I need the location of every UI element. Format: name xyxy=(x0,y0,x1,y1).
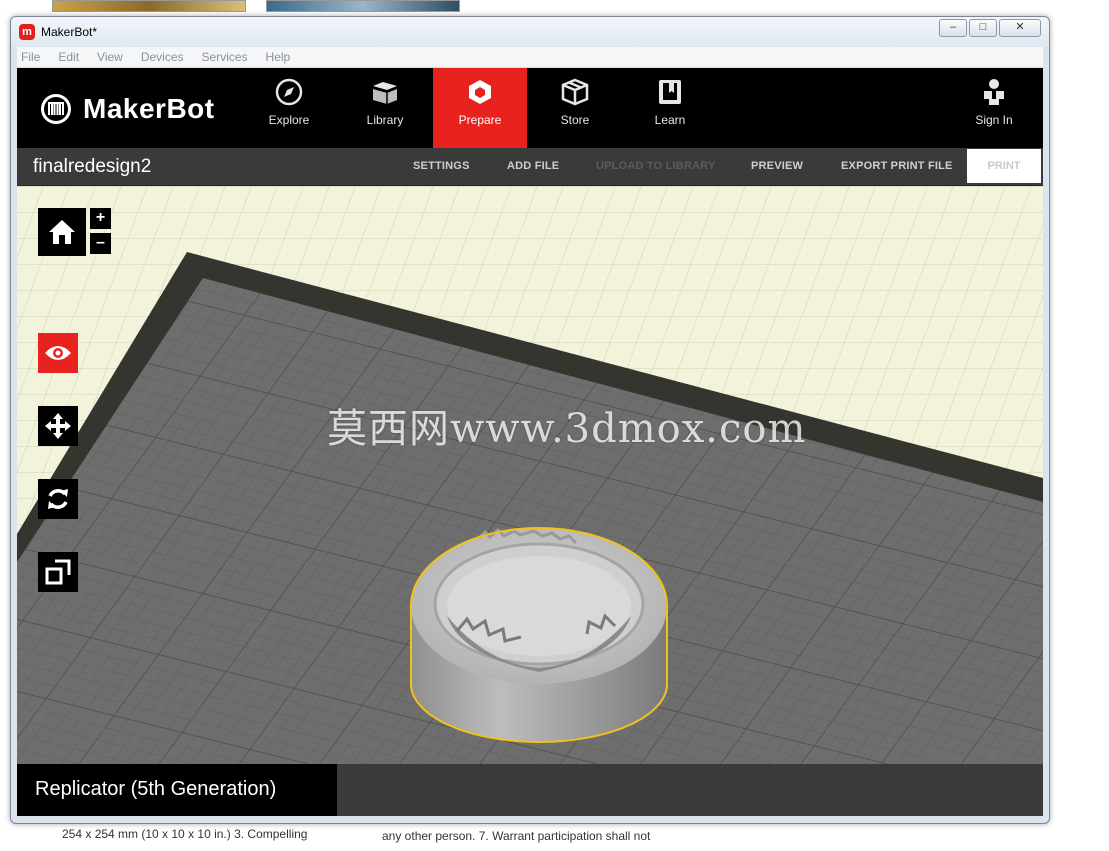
maximize-button[interactable]: □ xyxy=(969,19,997,37)
export-print-file-button[interactable]: EXPORT PRINT FILE xyxy=(841,160,953,172)
sign-in-label: Sign In xyxy=(975,113,1013,127)
scale-icon xyxy=(45,559,71,585)
rotate-icon xyxy=(48,489,68,509)
watermark-text: 莫西网www.3dmox.com xyxy=(327,406,807,452)
sign-in-button[interactable]: Sign In xyxy=(947,68,1041,148)
move-tool-button[interactable] xyxy=(38,406,78,446)
background-thumbnail xyxy=(52,0,246,12)
printer-selector[interactable]: Replicator (5th Generation) xyxy=(17,764,337,816)
zoom-in-button[interactable]: + xyxy=(90,208,111,229)
scale-tool-button[interactable] xyxy=(38,552,78,592)
background-page-text: 254 x 254 mm (10 x 10 x 10 in.) 3. Compe… xyxy=(62,827,308,841)
build-plate-viewport[interactable]: + – 莫西网www.3dmox.com xyxy=(17,186,1043,764)
makerbot-m-icon xyxy=(41,94,71,124)
tab-explore[interactable]: Explore xyxy=(242,68,336,148)
tab-prepare[interactable]: Prepare xyxy=(433,68,527,148)
tab-label: Library xyxy=(366,113,404,127)
move-arrows-icon xyxy=(45,413,71,439)
window-title: MakerBot* xyxy=(41,25,98,39)
logo-wordmark: MakerBot xyxy=(83,93,215,124)
tab-store[interactable]: Store xyxy=(528,68,622,148)
menu-view[interactable]: View xyxy=(87,50,131,64)
menu-services[interactable]: Services xyxy=(192,50,256,64)
menu-edit[interactable]: Edit xyxy=(48,50,87,64)
menu-devices[interactable]: Devices xyxy=(131,50,192,64)
zoom-out-button[interactable]: – xyxy=(90,233,111,254)
menu-bar: File Edit View Devices Services Help xyxy=(17,47,1043,68)
user-icon xyxy=(984,79,1004,105)
makerbot-window: m MakerBot* – □ ✕ File Edit View Devices… xyxy=(10,16,1050,824)
tab-library[interactable]: Library xyxy=(338,68,432,148)
minimize-button[interactable]: – xyxy=(939,19,967,37)
library-icon xyxy=(373,82,397,104)
tab-label: Store xyxy=(560,113,590,127)
upload-to-library-button[interactable]: UPLOAD TO LIBRARY xyxy=(596,160,716,172)
app-area: MakerBot Explore Library Prepare Store L… xyxy=(17,68,1043,816)
top-navigation: MakerBot Explore Library Prepare Store L… xyxy=(17,68,1043,148)
settings-button[interactable]: SETTINGS xyxy=(413,160,470,172)
close-button[interactable]: ✕ xyxy=(999,19,1041,37)
compass-icon xyxy=(275,78,303,106)
learn-book-icon xyxy=(659,80,681,104)
background-page-text: any other person. 7. Warrant participati… xyxy=(382,829,651,843)
project-toolbar: finalredesign2 SETTINGS ADD FILE UPLOAD … xyxy=(17,148,1043,186)
home-icon xyxy=(49,220,75,244)
tab-label: Explore xyxy=(268,113,310,127)
prepare-icon xyxy=(469,80,491,104)
tab-label: Prepare xyxy=(458,113,502,127)
store-box-icon xyxy=(561,78,589,106)
project-title: finalredesign2 xyxy=(33,156,152,177)
title-bar: m MakerBot* – □ ✕ xyxy=(11,17,1049,47)
print-button[interactable]: PRINT xyxy=(967,149,1041,183)
build-plate-scene xyxy=(17,186,1043,764)
home-view-button[interactable] xyxy=(38,208,86,256)
menu-file[interactable]: File xyxy=(17,50,48,64)
printer-name: Replicator (5th Generation) xyxy=(35,778,277,800)
tab-label: Learn xyxy=(654,113,686,127)
add-file-button[interactable]: ADD FILE xyxy=(507,160,559,172)
background-thumbnail xyxy=(266,0,460,12)
model-object xyxy=(410,527,668,743)
makerbot-logo[interactable]: MakerBot xyxy=(41,92,215,126)
app-icon: m xyxy=(19,24,35,40)
status-bar: Replicator (5th Generation) xyxy=(17,764,1043,816)
preview-button[interactable]: PREVIEW xyxy=(751,160,803,172)
rotate-tool-button[interactable] xyxy=(38,479,78,519)
eye-icon xyxy=(45,346,71,360)
tab-learn[interactable]: Learn xyxy=(623,68,717,148)
menu-help[interactable]: Help xyxy=(256,50,299,64)
window-controls: – □ ✕ xyxy=(939,19,1041,37)
view-tool-button[interactable] xyxy=(38,333,78,373)
